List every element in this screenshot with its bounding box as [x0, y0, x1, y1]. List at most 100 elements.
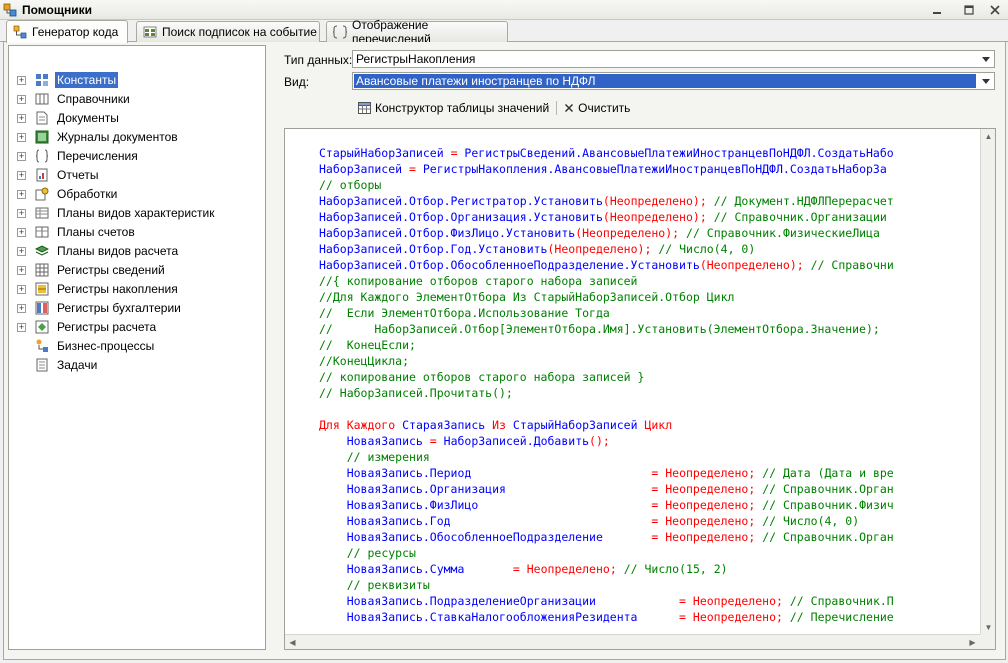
tree-item-data-processors[interactable]: + Обработки [9, 185, 265, 204]
scroll-up-icon[interactable]: ▲ [981, 129, 995, 144]
helpers-icon [3, 3, 17, 17]
code-line[interactable]: НоваяЗапись.Организация = Неопределено; … [319, 481, 894, 497]
code-line[interactable]: // ресурсы [319, 545, 894, 561]
code-line[interactable]: //Для Каждого ЭлементОтбора Из СтарыйНаб… [319, 289, 894, 305]
code-line[interactable]: // копирование отборов старого набора за… [319, 369, 894, 385]
chart-of-calculation-icon [35, 245, 49, 256]
close-button[interactable] [986, 2, 1004, 18]
code-line[interactable]: //{ копирование отборов старого набора з… [319, 273, 894, 289]
code-editor[interactable]: СтарыйНаборЗаписей = РегистрыСведений.Ав… [284, 128, 996, 650]
chevron-down-icon[interactable] [977, 51, 994, 67]
tree-item-reports[interactable]: + Отчеты [9, 166, 265, 185]
tree-item-catalogs[interactable]: + Справочники [9, 90, 265, 109]
code-line[interactable]: // реквизиты [319, 577, 894, 593]
code-line[interactable]: // измерения [319, 449, 894, 465]
tree-item-label: Планы видов характеристик [57, 206, 215, 220]
code-line[interactable]: НоваяЗапись.Период = Неопределено; // Да… [319, 465, 894, 481]
enums-icon [35, 149, 49, 163]
expand-icon[interactable]: + [17, 190, 26, 199]
tab-enum-display[interactable]: Отображение перечислений [326, 18, 508, 46]
tree-item-constants[interactable]: + Константы [9, 71, 265, 90]
code-line[interactable]: НоваяЗапись.ФизЛицо = Неопределено; // С… [319, 497, 894, 513]
code-line[interactable]: НаборЗаписей.Отбор.Организация.Установит… [319, 209, 894, 225]
code-line[interactable]: // НаборЗаписей.Отбор[ЭлементОтбора.Имя]… [319, 321, 894, 337]
code-line[interactable]: НоваяЗапись.ПодразделениеОрганизации = Н… [319, 593, 894, 609]
code-line[interactable]: //КонецЦикла; [319, 353, 894, 369]
maximize-button[interactable] [960, 2, 978, 18]
chevron-down-icon[interactable] [977, 73, 994, 89]
tree-item-business-processes[interactable]: Бизнес-процессы [9, 337, 265, 356]
tree-item-tasks[interactable]: Задачи [9, 356, 265, 375]
tree-item-label: Задачи [57, 358, 98, 372]
code-line[interactable] [319, 401, 894, 417]
tree-item-accumulation-registers[interactable]: + Регистры накопления [9, 280, 265, 299]
code-line[interactable]: НаборЗаписей.Отбор.ОбособленноеПодраздел… [319, 257, 894, 273]
expand-icon[interactable]: + [17, 304, 26, 313]
table-constructor-button[interactable]: Конструктор таблицы значений [354, 98, 553, 118]
tree-item-information-registers[interactable]: + Регистры сведений [9, 261, 265, 280]
expand-icon[interactable]: + [17, 76, 26, 85]
expand-icon[interactable]: + [17, 114, 26, 123]
code-line[interactable]: НоваяЗапись.ОбособленноеПодразделение = … [319, 529, 894, 545]
clear-label: Очистить [578, 101, 631, 115]
dataprocessors-icon [35, 187, 49, 201]
clear-button[interactable]: Очистить [560, 98, 634, 118]
expand-icon[interactable]: + [17, 209, 26, 218]
expand-icon[interactable]: + [17, 323, 26, 332]
tree-item-label: Справочники [57, 92, 130, 106]
scroll-down-icon[interactable]: ▼ [981, 620, 995, 635]
tree-item-enums[interactable]: + Перечисления [9, 147, 265, 166]
code-line[interactable]: НоваяЗапись.Сумма = Неопределено; // Чис… [319, 561, 894, 577]
scroll-right-icon[interactable]: ▶ [965, 635, 980, 649]
kind-value: Авансовые платежи иностранцев по НДФЛ [354, 74, 976, 88]
code-line[interactable]: НаборЗаписей = РегистрыНакопления.Авансо… [319, 161, 894, 177]
accumulation-registers-icon [35, 282, 49, 296]
expand-icon[interactable]: + [17, 266, 26, 275]
tree-item-calculation-registers[interactable]: + Регистры расчета [9, 318, 265, 337]
tab-code-generator[interactable]: Генератор кода [6, 20, 128, 43]
reports-icon [36, 168, 48, 182]
code-line[interactable]: Для Каждого СтараяЗапись Из СтарыйНаборЗ… [319, 417, 894, 433]
tasks-icon [36, 358, 48, 372]
table-icon [358, 102, 371, 114]
code-line[interactable]: НаборЗаписей.Отбор.Год.Установить(Неопре… [319, 241, 894, 257]
expand-icon[interactable]: + [17, 95, 26, 104]
expand-icon[interactable]: + [17, 228, 26, 237]
horizontal-scrollbar[interactable]: ◀ ▶ [285, 634, 980, 649]
code-line[interactable]: // НаборЗаписей.Прочитать(); [319, 385, 894, 401]
code-line[interactable]: // КонецЕсли; [319, 337, 894, 353]
tree-item-label: Перечисления [57, 149, 138, 163]
datatype-select[interactable]: РегистрыНакопления [352, 50, 995, 68]
expand-icon[interactable]: + [17, 171, 26, 180]
code-line[interactable]: НаборЗаписей.Отбор.Регистратор.Установит… [319, 193, 894, 209]
code-line[interactable]: НоваяЗапись.Год = Неопределено; // Число… [319, 513, 894, 529]
tree-item-charts-of-accounts[interactable]: + Планы счетов [9, 223, 265, 242]
code-line[interactable]: НаборЗаписей.Отбор.ФизЛицо.Установить(Не… [319, 225, 894, 241]
code-line[interactable]: // Если ЭлементОтбора.Использование Тогд… [319, 305, 894, 321]
code-line[interactable]: СтарыйНаборЗаписей = РегистрыСведений.Ав… [319, 145, 894, 161]
tree-item-document-journals[interactable]: + Журналы документов [9, 128, 265, 147]
kind-select[interactable]: Авансовые платежи иностранцев по НДФЛ [352, 72, 995, 90]
tree-item-label: Регистры накопления [57, 282, 178, 296]
tree-item-characteristic-types[interactable]: + Планы видов характеристик [9, 204, 265, 223]
expand-icon[interactable]: + [17, 285, 26, 294]
tree-item-accounting-registers[interactable]: + Регистры бухгалтерии [9, 299, 265, 318]
code-text[interactable]: СтарыйНаборЗаписей = РегистрыСведений.Ав… [319, 145, 894, 625]
tab-strip: Генератор кода Поиск подписок на событие… [0, 18, 1008, 46]
code-line[interactable]: НоваяЗапись = НаборЗаписей.Добавить(); [319, 433, 894, 449]
enum-display-icon [333, 25, 347, 39]
tree-item-calculation-types[interactable]: + Планы видов расчета [9, 242, 265, 261]
code-line[interactable]: // отборы [319, 177, 894, 193]
tree-item-label: Регистры бухгалтерии [57, 301, 181, 315]
metadata-tree[interactable]: + Константы + Справочники + Документы + … [8, 45, 266, 650]
minimize-button[interactable] [928, 2, 946, 18]
tab-event-subscription-search[interactable]: Поиск подписок на событие [136, 21, 320, 42]
expand-icon[interactable]: + [17, 133, 26, 142]
expand-icon[interactable]: + [17, 152, 26, 161]
tree-item-documents[interactable]: + Документы [9, 109, 265, 128]
code-line[interactable]: НоваяЗапись.СтавкаНалогообложенияРезиден… [319, 609, 894, 625]
vertical-scrollbar[interactable]: ▲ ▼ [980, 129, 995, 635]
tree-item-label: Отчеты [57, 168, 99, 182]
expand-icon[interactable]: + [17, 247, 26, 256]
scroll-left-icon[interactable]: ◀ [285, 635, 300, 649]
